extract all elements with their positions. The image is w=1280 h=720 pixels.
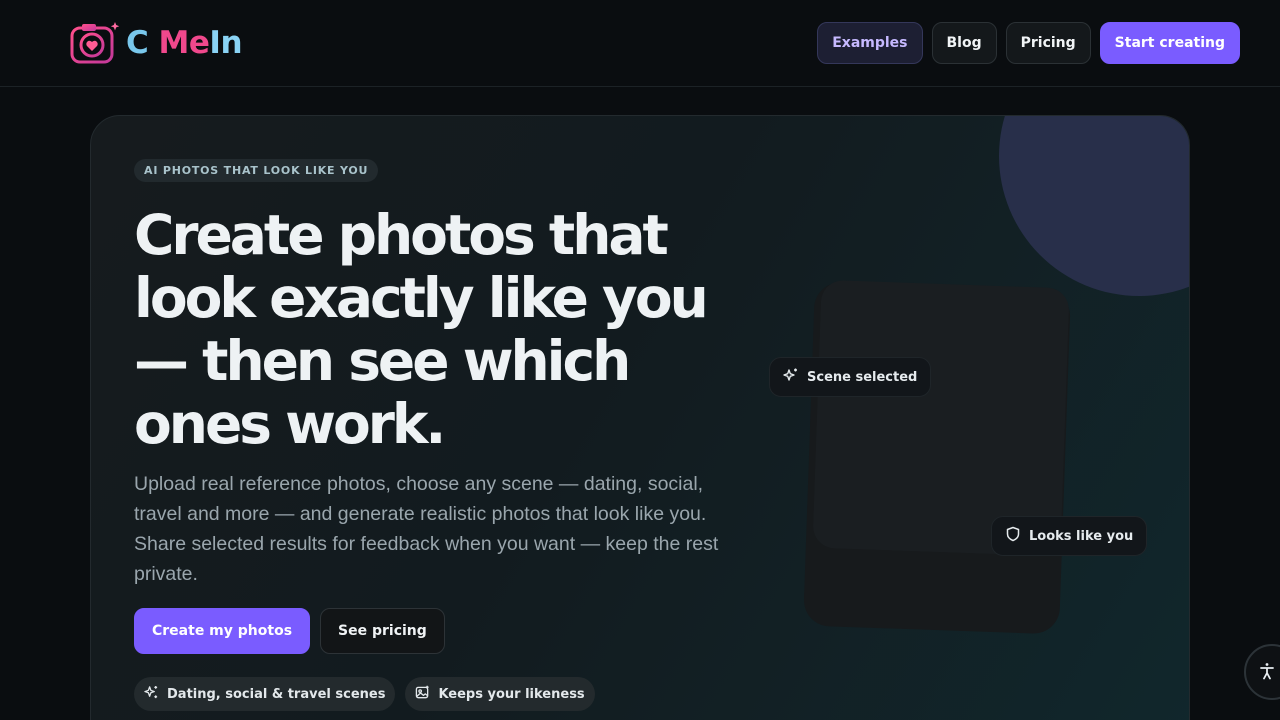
site-header: C MeIn Examples Blog Pricing Start creat… xyxy=(0,0,1280,87)
hero-subtext: Upload real reference photos, choose any… xyxy=(134,473,719,585)
badge-label: Scene selected xyxy=(807,369,918,385)
see-pricing-button[interactable]: See pricing xyxy=(320,608,445,654)
hero-card: AI PHOTOS THAT LOOK LIKE YOU Create phot… xyxy=(90,115,1190,720)
decorative-circle xyxy=(999,116,1189,296)
brand-letters-me: Me xyxy=(158,25,210,61)
sparkles-icon xyxy=(783,367,799,387)
badge-label: Looks like you xyxy=(1029,528,1134,544)
hero-cta-row: Create my photos See pricing xyxy=(134,608,445,654)
feature-chip-scenes: Dating, social & travel scenes xyxy=(134,677,396,711)
main-nav: Examples Blog Pricing Start creating xyxy=(817,22,1240,64)
start-creating-button[interactable]: Start creating xyxy=(1099,22,1240,64)
feature-chip-likeness: Keeps your likeness xyxy=(405,677,595,711)
brand-letters-in: In xyxy=(209,25,243,61)
brand-logo[interactable]: C MeIn xyxy=(70,20,243,66)
brand-letter-c: C xyxy=(126,25,159,61)
feature-chip-label: Dating, social & travel scenes xyxy=(167,686,386,702)
hero-eyebrow-badge: AI PHOTOS THAT LOOK LIKE YOU xyxy=(134,159,379,182)
create-my-photos-button[interactable]: Create my photos xyxy=(134,608,311,654)
nav-pricing-button[interactable]: Pricing xyxy=(1005,22,1091,64)
accessibility-icon xyxy=(1258,662,1276,683)
looks-like-you-badge: Looks like you xyxy=(991,516,1148,556)
brand-wordmark: C MeIn xyxy=(126,25,243,61)
nav-examples-button[interactable]: Examples xyxy=(817,22,923,64)
image-icon xyxy=(415,685,430,704)
hero-headline: Create photos that look exactly like you… xyxy=(134,203,709,456)
camera-heart-icon xyxy=(70,20,120,66)
accessibility-button[interactable] xyxy=(1244,644,1280,700)
scene-selected-badge: Scene selected xyxy=(769,357,932,397)
sparkles-icon xyxy=(144,685,159,704)
shield-icon xyxy=(1005,526,1021,546)
feature-chip-label: Keeps your likeness xyxy=(438,686,585,702)
feature-chips: Dating, social & travel scenes Keeps you… xyxy=(134,677,595,711)
nav-blog-button[interactable]: Blog xyxy=(931,22,997,64)
photo-frame-front xyxy=(812,279,1070,557)
